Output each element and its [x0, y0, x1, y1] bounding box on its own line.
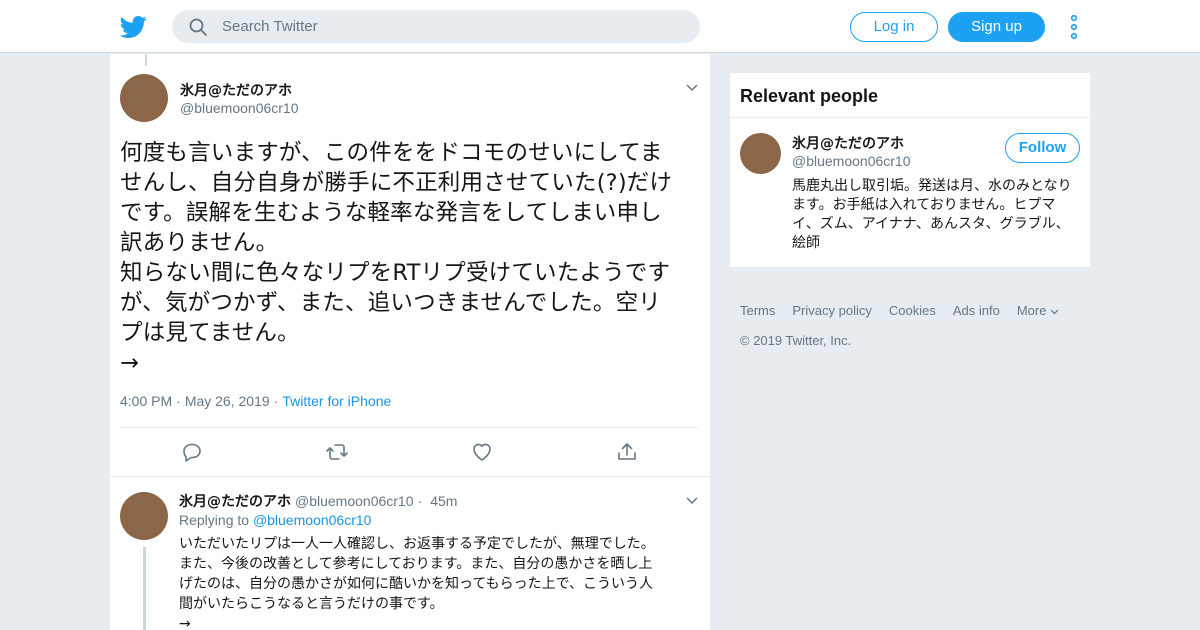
replying-to-label: Replying to	[179, 512, 250, 528]
twitter-bird-icon[interactable]	[120, 13, 147, 40]
copyright: © 2019 Twitter, Inc.	[740, 333, 852, 348]
share-icon[interactable]	[615, 440, 639, 464]
chevron-down-icon	[1050, 309, 1059, 315]
thread-line	[143, 547, 146, 630]
divider	[120, 427, 698, 428]
author-handle[interactable]: @bluemoon06cr10	[180, 100, 299, 116]
tweet-actions	[120, 440, 698, 464]
login-button[interactable]: Log in	[850, 12, 938, 42]
footer-links: Terms Privacy policy Cookies Ads info More	[740, 303, 1059, 318]
panel-title: Relevant people	[740, 86, 879, 106]
search-input[interactable]: Search Twitter	[172, 10, 700, 43]
person-bio: 馬鹿丸出し取引垢。発送は月、水のみとなります。お手紙は入れておりません。ヒプマイ…	[792, 178, 1072, 251]
signup-button[interactable]: Sign up	[948, 12, 1045, 42]
footer-link-privacy[interactable]: Privacy policy	[792, 303, 871, 318]
tweet-date[interactable]: May 26, 2019	[185, 393, 270, 409]
avatar[interactable]	[740, 133, 781, 174]
footer-link-ads-info[interactable]: Ads info	[953, 303, 1000, 318]
divider	[730, 117, 1090, 118]
footer-link-terms[interactable]: Terms	[740, 303, 775, 318]
author-name[interactable]: 氷月@ただのアホ	[180, 80, 292, 100]
chevron-down-icon[interactable]	[686, 497, 698, 505]
follow-button[interactable]: Follow	[1005, 133, 1080, 163]
retweet-icon[interactable]	[325, 440, 349, 464]
search-placeholder: Search Twitter	[222, 18, 318, 35]
tweet-text: 何度も言いますが、この件ををドコモのせいにしてま せんし、自分自身が勝手に不正利…	[120, 140, 673, 376]
reply-icon[interactable]	[180, 440, 204, 464]
replying-to: Replying to @bluemoon06cr10	[179, 512, 371, 528]
tweet-source[interactable]: Twitter for iPhone	[282, 393, 391, 409]
person-name[interactable]: 氷月@ただのアホ	[792, 133, 904, 153]
footer-link-cookies[interactable]: Cookies	[889, 303, 936, 318]
relevant-people-panel: Relevant people 氷月@ただのアホ @bluemoon06cr10…	[730, 73, 1090, 267]
tweet-column: 氷月@ただのアホ @bluemoon06cr10 何度も言いますが、この件ををド…	[110, 54, 710, 630]
thread-line	[145, 54, 147, 66]
reply-header: 氷月@ただのアホ @bluemoon06cr10 · 45m	[179, 493, 458, 510]
person-handle[interactable]: @bluemoon06cr10	[792, 153, 911, 169]
reply-tweet[interactable]: 氷月@ただのアホ @bluemoon06cr10 · 45m Replying to …	[110, 477, 710, 630]
tweet-time[interactable]: 4:00 PM	[120, 393, 172, 409]
avatar[interactable]	[120, 492, 168, 540]
reply-text: いただいたリプは一人一人確認し、お返事する予定でしたが、無理でした。 また、今後…	[179, 536, 655, 630]
chevron-down-icon[interactable]	[686, 84, 698, 92]
replying-to-link[interactable]: @bluemoon06cr10	[253, 512, 372, 528]
search-icon	[189, 18, 207, 36]
reply-age[interactable]: 45m	[430, 493, 457, 509]
vertical-dots-icon[interactable]	[1068, 14, 1080, 40]
reply-author-handle[interactable]: @bluemoon06cr10	[295, 493, 414, 509]
tweet-meta: 4:00 PM · May 26, 2019 · Twitter for iPhone	[120, 393, 392, 409]
like-icon[interactable]	[470, 440, 494, 464]
footer-link-more[interactable]: More	[1017, 303, 1059, 318]
avatar[interactable]	[120, 74, 168, 122]
reply-author-name[interactable]: 氷月@ただのアホ	[179, 494, 291, 510]
top-navigation-bar: Search Twitter Log in Sign up	[0, 0, 1200, 53]
